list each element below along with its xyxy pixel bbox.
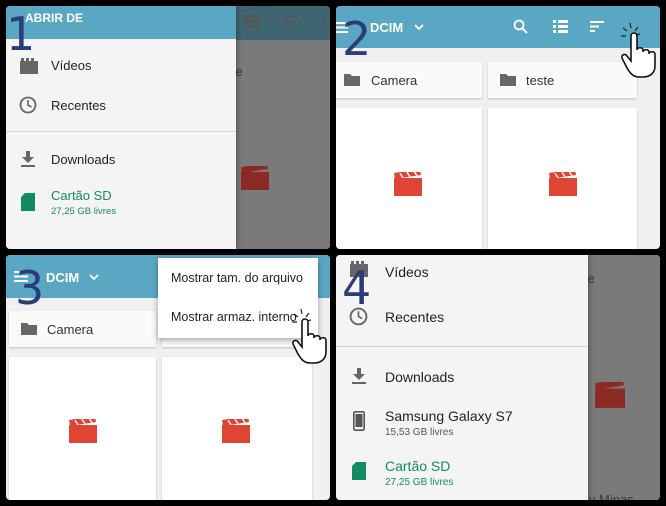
video-file-icon [69, 419, 97, 443]
step-number: 4 [342, 261, 372, 315]
folder-icon [21, 323, 37, 335]
sd-card-icon [21, 193, 35, 211]
video-file-icon [222, 419, 250, 443]
folder-card-teste[interactable]: teste [488, 62, 637, 98]
panel-step-2: DCIM Camera teste 2 [336, 6, 660, 249]
navigation-drawer: ABRIR DE Vídeos Recentes Downloads Cartã… [6, 6, 236, 249]
drawer-item-label: Recentes [385, 309, 445, 325]
folder-card-camera[interactable]: Camera [336, 62, 482, 98]
folder-icon [344, 74, 360, 86]
drawer-item-samsung-galaxy-s7[interactable]: Samsung Galaxy S7 15,53 GB livres [336, 403, 588, 443]
menu-item-show-file-size[interactable]: Mostrar tam. do arquivo [158, 258, 318, 298]
drawer-item-videos[interactable]: Vídeos [336, 255, 588, 291]
clock-icon [19, 96, 37, 114]
behind-bottom-text: ly Minas [586, 492, 634, 500]
sort-icon[interactable] [590, 21, 604, 32]
tap-hand-icon [621, 22, 656, 78]
video-file-icon [241, 166, 269, 190]
step-number: 3 [15, 261, 45, 315]
drawer-item-label: Downloads [385, 369, 455, 385]
app-bar-title: DCIM [46, 270, 80, 285]
drawer-item-sublabel: 15,53 GB livres [385, 427, 454, 438]
drawer-item-label: Vídeos [51, 58, 92, 73]
tap-hand-icon [292, 308, 327, 364]
drawer-item-label: Cartão SD [51, 188, 112, 203]
drawer-item-label: Cartão SD [385, 458, 451, 474]
drawer-item-cartao-sd[interactable]: Cartão SD 27,25 GB livres [6, 183, 236, 223]
video-file-card[interactable] [9, 357, 156, 500]
video-file-card[interactable] [488, 108, 637, 249]
drawer-divider [336, 346, 588, 347]
drawer-item-videos[interactable]: Vídeos [6, 48, 236, 84]
drawer-item-label: Samsung Galaxy S7 [385, 408, 513, 424]
drawer-item-downloads[interactable]: Downloads [6, 142, 236, 178]
search-icon[interactable] [513, 19, 528, 34]
folder-card-camera[interactable]: Camera [9, 311, 156, 347]
folder-name: Camera [371, 73, 418, 88]
app-bar-title: DCIM [370, 20, 404, 35]
drawer-item-label: Downloads [51, 152, 116, 167]
drawer-item-label: Recentes [51, 98, 106, 113]
video-file-card[interactable] [336, 108, 482, 249]
drawer-item-label: Vídeos [385, 264, 429, 280]
drawer-item-sublabel: 27,25 GB livres [385, 477, 454, 488]
sort-icon [284, 16, 298, 28]
chevron-down-icon[interactable] [414, 24, 424, 31]
list-view-icon[interactable] [553, 20, 568, 33]
folder-name: teste [526, 73, 555, 88]
download-icon [21, 151, 35, 167]
drawer-divider [6, 131, 236, 132]
drawer-header: ABRIR DE [6, 6, 236, 39]
step-number: 1 [6, 7, 36, 61]
phone-icon [353, 411, 365, 431]
sd-card-icon [352, 462, 366, 480]
chevron-down-icon[interactable] [89, 274, 99, 281]
drawer-item-downloads[interactable]: Downloads [336, 359, 588, 395]
panel-step-4: te ly Minas Vídeos Recentes Downloads Sa… [336, 255, 660, 500]
drawer-item-cartao-sd[interactable]: Cartão SD 27,25 GB livres [336, 454, 588, 494]
drawer-item-sublabel: 27,25 GB livres [51, 206, 116, 217]
download-icon [352, 368, 366, 384]
video-file-icon [549, 172, 577, 196]
panel-step-1: te ABRIR DE Vídeos Recentes Downloads Ca… [6, 6, 330, 249]
video-file-icon [394, 172, 422, 196]
list-view-icon [244, 15, 260, 28]
drawer-item-recentes[interactable]: Recentes [336, 299, 588, 335]
video-file-icon [595, 382, 625, 408]
folder-icon [500, 74, 516, 86]
more-options-icon [323, 15, 327, 31]
drawer-item-recentes[interactable]: Recentes [6, 87, 236, 123]
video-file-card[interactable] [162, 357, 312, 500]
step-number: 2 [342, 12, 372, 66]
folder-name: Camera [47, 322, 94, 337]
app-bar: DCIM [336, 6, 660, 48]
panel-step-3: DCIM Camera Mostrar tam. do arquivo Most… [6, 255, 330, 500]
navigation-drawer: Vídeos Recentes Downloads Samsung Galaxy… [336, 255, 588, 500]
